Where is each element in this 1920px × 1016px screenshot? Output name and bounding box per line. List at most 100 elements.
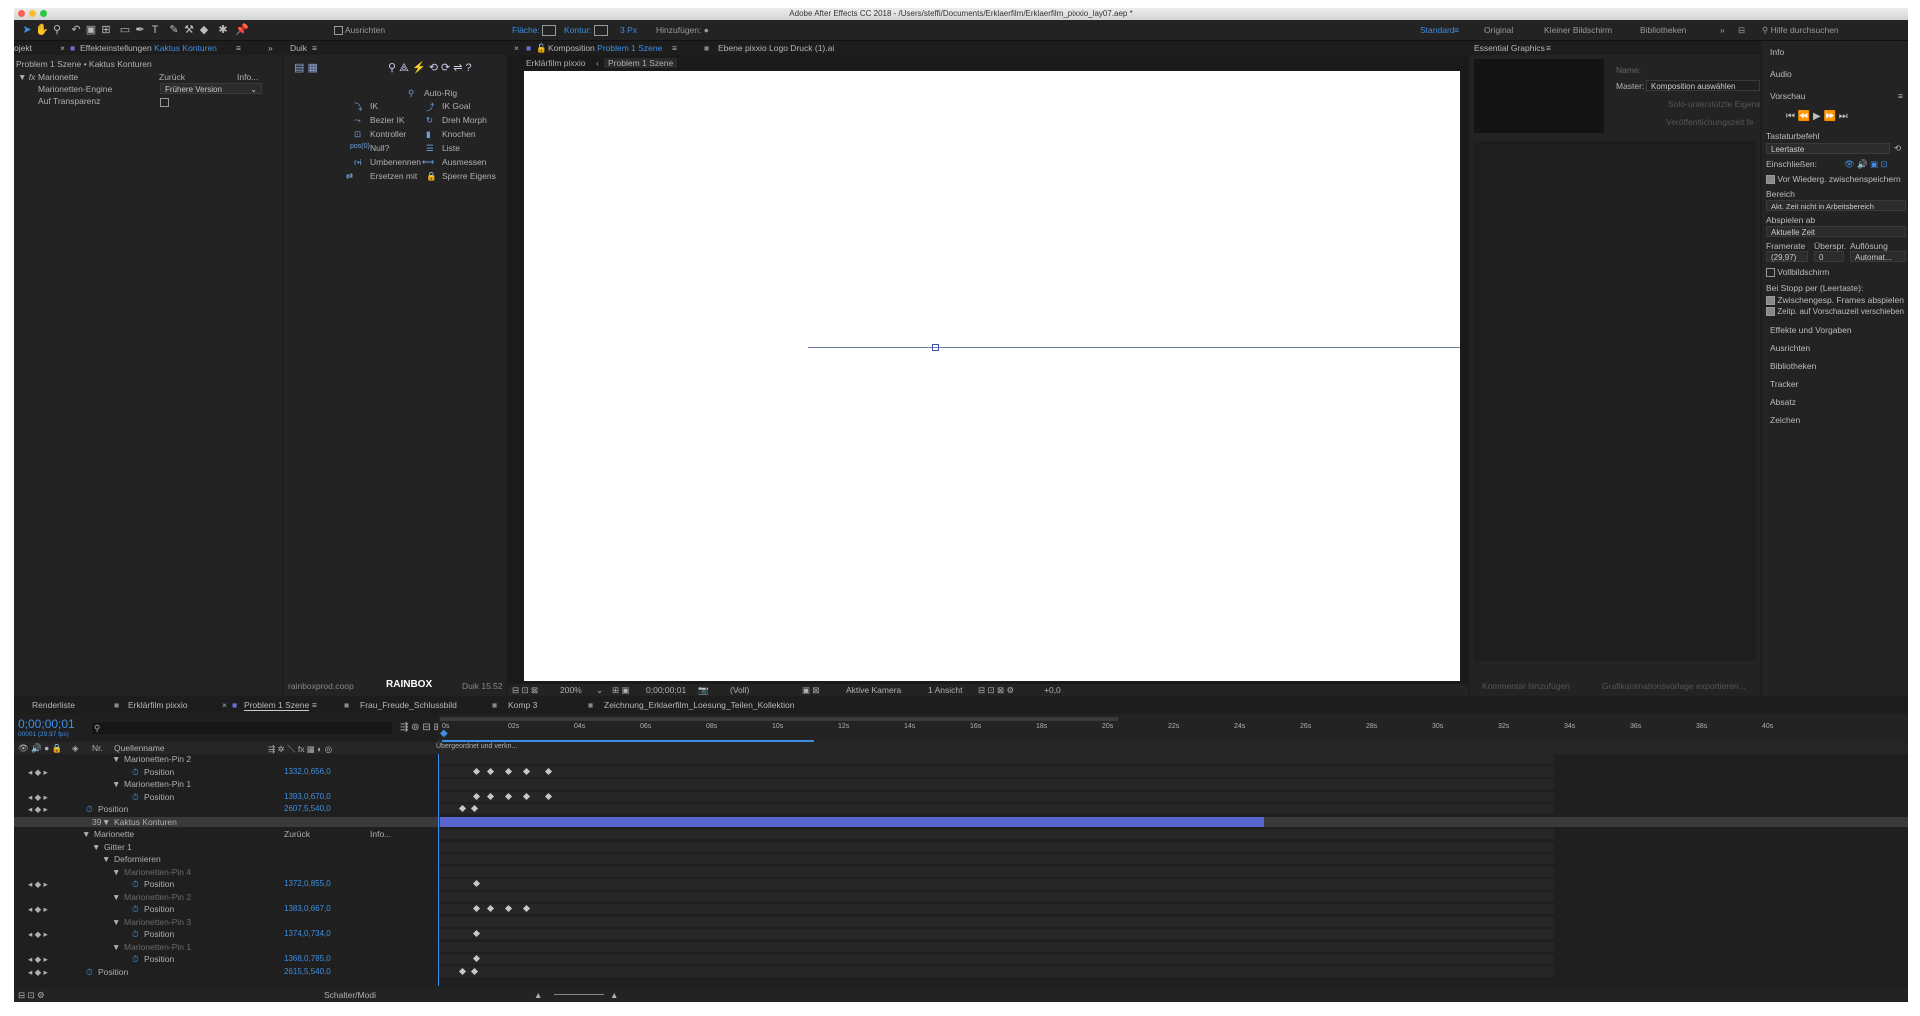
disclosure-triangle-icon[interactable]: ▼ xyxy=(102,817,110,827)
stopwatch-icon[interactable]: ⏱ xyxy=(132,929,139,939)
shift-time-checkbox[interactable]: Zeitp. auf Vorschauzeit verschieben xyxy=(1766,307,1904,317)
reset-shortcut-icon[interactable]: ⟲ xyxy=(1894,143,1901,154)
cache-checkbox-box[interactable] xyxy=(1766,175,1775,185)
close-timeline-tab-icon[interactable]: × xyxy=(222,700,227,710)
zoom-tool-icon[interactable]: ⚲ xyxy=(50,23,64,37)
transparency-checkbox[interactable] xyxy=(160,98,169,107)
paragraph-panel[interactable]: Absatz xyxy=(1770,397,1796,407)
toggle-switches-modes[interactable]: Schalter/Modi xyxy=(324,990,376,1000)
duik-lock-props[interactable]: Sperre Eigens xyxy=(442,171,496,181)
keyframe-lane[interactable] xyxy=(438,841,1554,852)
property-row[interactable]: ▼ Marionette Zurück Info... xyxy=(14,829,1554,839)
preview-menu-icon[interactable]: ≡ xyxy=(1898,91,1903,101)
workspace-libraries[interactable]: Bibliotheken xyxy=(1640,24,1686,36)
duik-tab[interactable]: Duik xyxy=(290,43,307,53)
close-comp-tab-icon[interactable]: × xyxy=(514,43,519,53)
keyframe-navigator-icon[interactable]: ◂ ◆ ▸ xyxy=(28,929,48,939)
duik-auto-rig[interactable]: Auto-Rig xyxy=(424,88,457,98)
eg-export-template[interactable]: Grafikanimationsvorlage exportieren... xyxy=(1602,681,1746,691)
play-icon[interactable]: ▶ xyxy=(1813,111,1821,122)
close-tab-icon[interactable]: × xyxy=(60,43,65,53)
label-tag-icon[interactable]: ◈ xyxy=(72,743,79,754)
pen-tool-icon[interactable]: ✒ xyxy=(133,23,147,37)
more-workspaces-icon[interactable]: » xyxy=(1720,24,1725,36)
stopwatch-icon[interactable]: ⏱ xyxy=(132,767,139,777)
timeline-menu-icon[interactable]: ≡ xyxy=(312,700,317,710)
duik-list[interactable]: Liste xyxy=(442,143,460,153)
disclosure-triangle-icon[interactable]: ▼ xyxy=(112,892,120,902)
property-row[interactable]: ▼ Marionetten-Pin 1 xyxy=(14,941,1554,952)
stopwatch-icon[interactable]: ⏱ xyxy=(132,792,139,802)
eg-menu-icon[interactable]: ≡ xyxy=(1546,43,1551,53)
property-row[interactable]: ▼ Gitter 1 xyxy=(14,841,1554,852)
fill-swatch[interactable] xyxy=(542,25,557,37)
keyframe-lane[interactable] xyxy=(438,804,1554,814)
duik-rename[interactable]: Umbenennen xyxy=(370,157,421,167)
marionette-info-link[interactable]: Info... xyxy=(370,829,391,839)
layer-duration-bar[interactable] xyxy=(440,816,1264,827)
cached-frames-checkbox[interactable]: Zwischengesp. Frames abspielen xyxy=(1766,295,1904,306)
sync-settings-icon[interactable]: ⊟ xyxy=(1738,24,1745,36)
pan-behind-tool-icon[interactable]: ⊞ xyxy=(99,23,113,37)
comp-timecode[interactable]: 0;00;00;01 xyxy=(646,685,686,695)
keyframe-navigator-icon[interactable]: ◂ ◆ ▸ xyxy=(28,879,48,889)
replace-icon[interactable]: ⇄ xyxy=(346,171,353,182)
null-icon[interactable]: pos(0) xyxy=(350,143,370,150)
search-help[interactable]: ⚲ Hilfe durchsuchen xyxy=(1762,24,1839,36)
layer-tab[interactable]: Ebene pixxio Logo Druck (1).ai xyxy=(718,43,834,53)
disclosure-triangle-icon[interactable]: ▼ xyxy=(112,754,120,764)
stroke-swatch[interactable] xyxy=(593,25,608,37)
property-row[interactable]: ▼ Deformieren xyxy=(14,854,1554,864)
puppet-pin-tool-icon[interactable]: 📌 xyxy=(235,23,249,37)
zoom-window-button[interactable] xyxy=(40,10,47,17)
layer-row-kaktus-konturen[interactable]: ▼Kaktus Konturen39Ohne xyxy=(14,816,1908,827)
playhead-line[interactable] xyxy=(438,754,439,986)
position-value[interactable]: 2615,5,540,0 xyxy=(284,967,331,977)
position-value[interactable]: 1368,0,785,0 xyxy=(284,954,331,964)
zoom-dropdown[interactable]: 200% xyxy=(560,685,582,695)
zoom-in-icon[interactable]: ▲ xyxy=(610,990,618,1000)
project-tab[interactable]: ojekt xyxy=(14,43,32,53)
keyframe-lane[interactable] xyxy=(438,766,1554,777)
keyframe-lane[interactable] xyxy=(438,866,1554,877)
cache-checkbox[interactable]: Vor Wiederg. zwischenspeichern xyxy=(1766,174,1901,185)
selection-tool-icon[interactable]: ➤ xyxy=(20,23,34,37)
keyframe-lane[interactable] xyxy=(438,916,1554,927)
duik-footer-site[interactable]: rainboxprod.coop xyxy=(288,681,354,691)
disclosure-triangle-icon[interactable]: ▼ xyxy=(112,779,120,789)
character-panel[interactable]: Zeichen xyxy=(1770,415,1800,425)
timeline-timecode[interactable]: 0;00;00;01 xyxy=(18,717,75,731)
disclosure-triangle-icon[interactable]: ▼ xyxy=(92,842,100,852)
property-row[interactable]: ⏱Position2615,5,540,0◎◂ ◆ ▸ xyxy=(14,966,1554,977)
duik-null[interactable]: Null? xyxy=(370,143,389,153)
tab-komp-3[interactable]: Komp 3 xyxy=(508,700,537,710)
keyframe-navigator-icon[interactable]: ◂ ◆ ▸ xyxy=(28,904,48,914)
effect-reset-link[interactable]: Zurück xyxy=(159,72,185,82)
camera-dropdown[interactable]: Aktive Kamera xyxy=(846,685,901,695)
libraries-panel[interactable]: Bibliotheken xyxy=(1770,361,1816,371)
keyframe-navigator-icon[interactable]: ◂ ◆ ▸ xyxy=(28,767,48,777)
align-panel[interactable]: Ausrichten xyxy=(1770,343,1810,353)
position-value[interactable]: 2607,5,540,0 xyxy=(284,804,331,814)
keyframe-lane[interactable] xyxy=(438,791,1554,802)
fast-preview-icon[interactable]: ⊟ ⊡ ⊠ ⚙ xyxy=(978,685,1014,696)
tab-render-queue[interactable]: Renderliste xyxy=(32,700,75,710)
camera-tool-icon[interactable]: ▣ xyxy=(84,23,98,37)
keyframe-lane[interactable] xyxy=(438,779,1554,789)
stroke-width[interactable]: 3 Px xyxy=(620,24,637,36)
duik-tools-icons[interactable]: ⚲ ⟁ ⚡ ⟲ ⟳ ⇌ ? xyxy=(388,61,472,75)
keyframe-navigator-icon[interactable]: ◂ ◆ ▸ xyxy=(28,792,48,802)
keyframe-navigator-icon[interactable]: ◂ ◆ ▸ xyxy=(28,967,48,977)
resolution-dropdown[interactable]: (Voll) xyxy=(730,685,749,695)
eg-add-comment[interactable]: Kommentar hinzufügen xyxy=(1482,681,1570,691)
position-value[interactable]: 1383,0,667,0 xyxy=(284,904,331,914)
duik-ik-goal[interactable]: IK Goal xyxy=(442,101,470,111)
rectangle-tool-icon[interactable]: ▭ xyxy=(118,23,132,37)
skip-dropdown[interactable]: 0 xyxy=(1814,251,1844,262)
always-preview-icon[interactable]: ⊟ ⊡ ⊠ xyxy=(512,685,538,696)
workspace-original[interactable]: Original xyxy=(1484,24,1513,36)
last-frame-icon[interactable]: ⏭ xyxy=(1839,111,1848,122)
stroke-label[interactable]: Kontur: xyxy=(564,24,608,37)
effect-info-link[interactable]: Info... xyxy=(237,72,258,82)
effects-presets-panel[interactable]: Effekte und Vorgaben xyxy=(1770,325,1852,335)
